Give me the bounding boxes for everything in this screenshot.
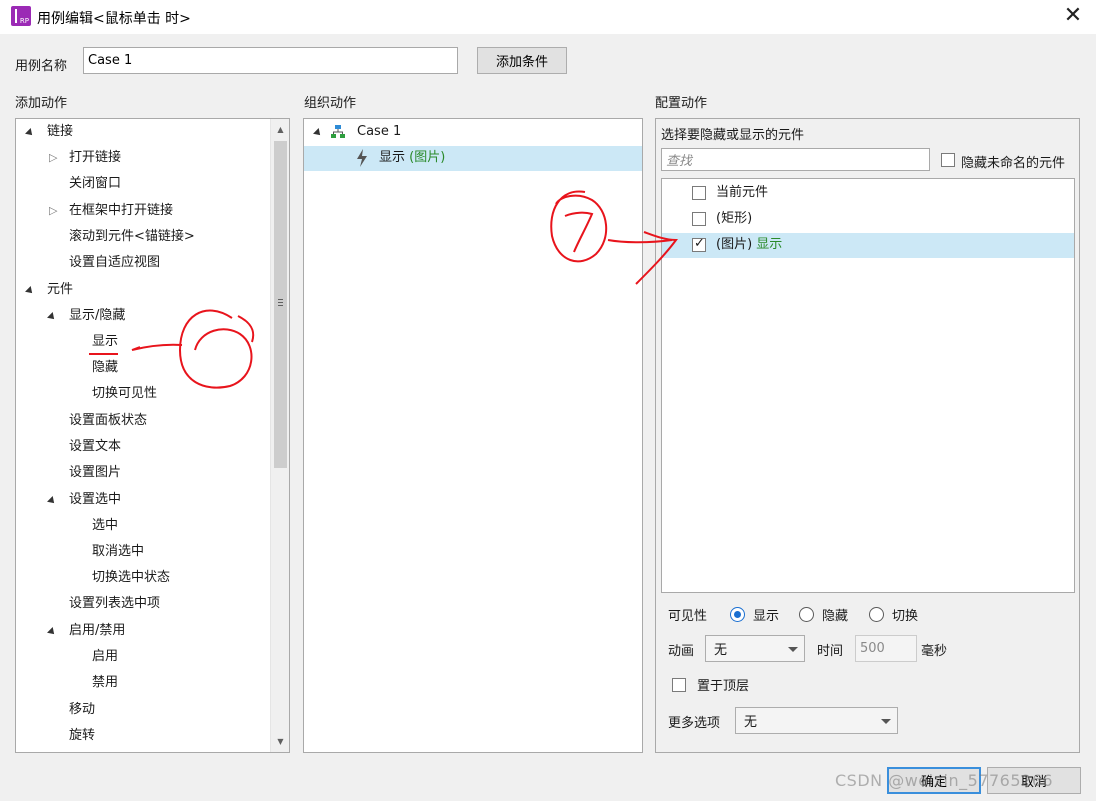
case-icon xyxy=(331,125,345,138)
hide-unnamed-checkbox[interactable] xyxy=(941,153,955,167)
widget-checkbox[interactable] xyxy=(692,212,706,226)
case-name-input[interactable]: Case 1 xyxy=(83,47,458,74)
add-action-tree: 链接 ▷ 打开链接 关闭窗口 ▷ 在框架中打开链接 滚动到元件<锚链接> 设置自… xyxy=(15,118,290,753)
widget-rectangle[interactable]: (矩形) xyxy=(716,209,752,229)
axure-app-icon: RP xyxy=(11,6,31,26)
tree-item-links[interactable]: 链接 xyxy=(47,122,73,142)
tree-item-toggle-selected[interactable]: 切换选中状态 xyxy=(92,568,170,588)
close-icon[interactable]: ✕ xyxy=(1058,2,1088,32)
tree-item-close-window[interactable]: 关闭窗口 xyxy=(69,174,121,194)
expand-icon[interactable] xyxy=(25,286,35,296)
tree-item-enable[interactable]: 启用 xyxy=(92,647,118,667)
animation-label: 动画 xyxy=(668,644,695,659)
visibility-show-label: 显示 xyxy=(753,609,780,624)
more-options-label: 更多选项 xyxy=(668,716,721,731)
tree-item-unselect[interactable]: 取消选中 xyxy=(92,542,144,562)
visibility-toggle-radio[interactable] xyxy=(869,607,884,622)
time-unit-label: 毫秒 xyxy=(921,644,948,659)
collapse-icon[interactable]: ▷ xyxy=(49,204,57,217)
tree-item-set-adaptive-view[interactable]: 设置自适应视图 xyxy=(69,253,160,273)
scrollbar-thumb[interactable] xyxy=(274,141,287,468)
chevron-down-icon xyxy=(881,718,891,724)
tree-item-select[interactable]: 选中 xyxy=(92,516,118,536)
action-item[interactable]: 显示 (图片) xyxy=(379,148,445,168)
chevron-down-icon xyxy=(788,646,798,652)
lightning-icon xyxy=(357,149,367,167)
scroll-up-icon[interactable]: ▲ xyxy=(271,121,289,138)
case-editor-dialog: 用例名称 Case 1 添加条件 添加动作 组织动作 配置动作 链接 ▷ 打开链… xyxy=(0,34,1096,801)
tree-item-hide[interactable]: 隐藏 xyxy=(92,358,118,378)
tree-scrollbar[interactable]: ▲ ▼ xyxy=(270,119,289,752)
widget-search-input[interactable]: 查找 xyxy=(661,148,930,171)
title-bar: RP 用例编辑<鼠标单击 时> ✕ xyxy=(0,0,1096,34)
tree-item-set-list-selection[interactable]: 设置列表选中项 xyxy=(69,594,160,614)
collapse-icon[interactable]: ▷ xyxy=(49,151,57,164)
tree-item-disable[interactable]: 禁用 xyxy=(92,673,118,693)
tree-item-set-text[interactable]: 设置文本 xyxy=(69,437,121,457)
tree-item-open-link[interactable]: 打开链接 xyxy=(69,148,121,168)
bring-to-front-label: 置于顶层 xyxy=(697,679,750,694)
tree-item-show[interactable]: 显示 xyxy=(92,332,118,352)
widget-current[interactable]: 当前元件 xyxy=(716,183,768,203)
window-title: 用例编辑<鼠标单击 时> xyxy=(37,11,191,27)
expand-icon[interactable] xyxy=(47,627,57,637)
tree-item-set-panel-state[interactable]: 设置面板状态 xyxy=(69,411,147,431)
time-label: 时间 xyxy=(817,644,844,659)
time-input[interactable]: 500 xyxy=(855,635,917,662)
expand-icon[interactable] xyxy=(313,128,323,138)
animation-select[interactable]: 无 xyxy=(705,635,805,662)
configure-action-panel: 选择要隐藏或显示的元件 查找 隐藏未命名的元件 当前元件 (矩形) (图片) 显… xyxy=(655,118,1080,753)
widget-checkbox[interactable] xyxy=(692,186,706,200)
widget-checkbox-checked[interactable] xyxy=(692,236,706,252)
widget-image[interactable]: (图片) 显示 xyxy=(716,235,782,255)
visibility-label: 可见性 xyxy=(668,609,708,624)
tree-item-move[interactable]: 移动 xyxy=(69,700,95,720)
expand-icon[interactable] xyxy=(47,496,57,506)
organize-action-tree: Case 1 显示 (图片) xyxy=(303,118,643,753)
visibility-show-radio[interactable] xyxy=(730,607,745,622)
bring-to-front-checkbox[interactable] xyxy=(672,678,686,692)
more-options-select[interactable]: 无 xyxy=(735,707,898,734)
choose-widgets-prompt: 选择要隐藏或显示的元件 xyxy=(661,128,805,143)
hide-unnamed-label: 隐藏未命名的元件 xyxy=(961,156,1066,171)
tree-item-toggle-visibility[interactable]: 切换可见性 xyxy=(92,384,157,404)
visibility-hide-radio[interactable] xyxy=(799,607,814,622)
case-item[interactable]: Case 1 xyxy=(357,122,401,142)
tree-item-widgets[interactable]: 元件 xyxy=(47,280,73,300)
tree-item-set-selected[interactable]: 设置选中 xyxy=(69,490,121,510)
organize-action-header: 组织动作 xyxy=(304,96,357,111)
tree-item-open-in-frame[interactable]: 在框架中打开链接 xyxy=(69,201,173,221)
tree-item-show-hide[interactable]: 显示/隐藏 xyxy=(69,306,125,326)
add-action-header: 添加动作 xyxy=(15,96,68,111)
widget-list: 当前元件 (矩形) (图片) 显示 xyxy=(661,178,1075,593)
tree-item-scroll-to-widget[interactable]: 滚动到元件<锚链接> xyxy=(69,227,195,247)
add-condition-button[interactable]: 添加条件 xyxy=(477,47,567,74)
expand-icon[interactable] xyxy=(25,128,35,138)
tree-item-rotate[interactable]: 旋转 xyxy=(69,726,95,746)
tree-item-set-image[interactable]: 设置图片 xyxy=(69,463,121,483)
configure-action-header: 配置动作 xyxy=(655,96,708,111)
csdn-watermark: CSDN @weixin_57765266 xyxy=(835,771,1054,790)
visibility-toggle-label: 切换 xyxy=(892,609,919,624)
visibility-hide-label: 隐藏 xyxy=(822,609,849,624)
scroll-down-icon[interactable]: ▼ xyxy=(271,733,289,750)
tree-item-enable-disable[interactable]: 启用/禁用 xyxy=(69,621,125,641)
expand-icon[interactable] xyxy=(47,312,57,322)
case-name-label: 用例名称 xyxy=(15,59,68,74)
